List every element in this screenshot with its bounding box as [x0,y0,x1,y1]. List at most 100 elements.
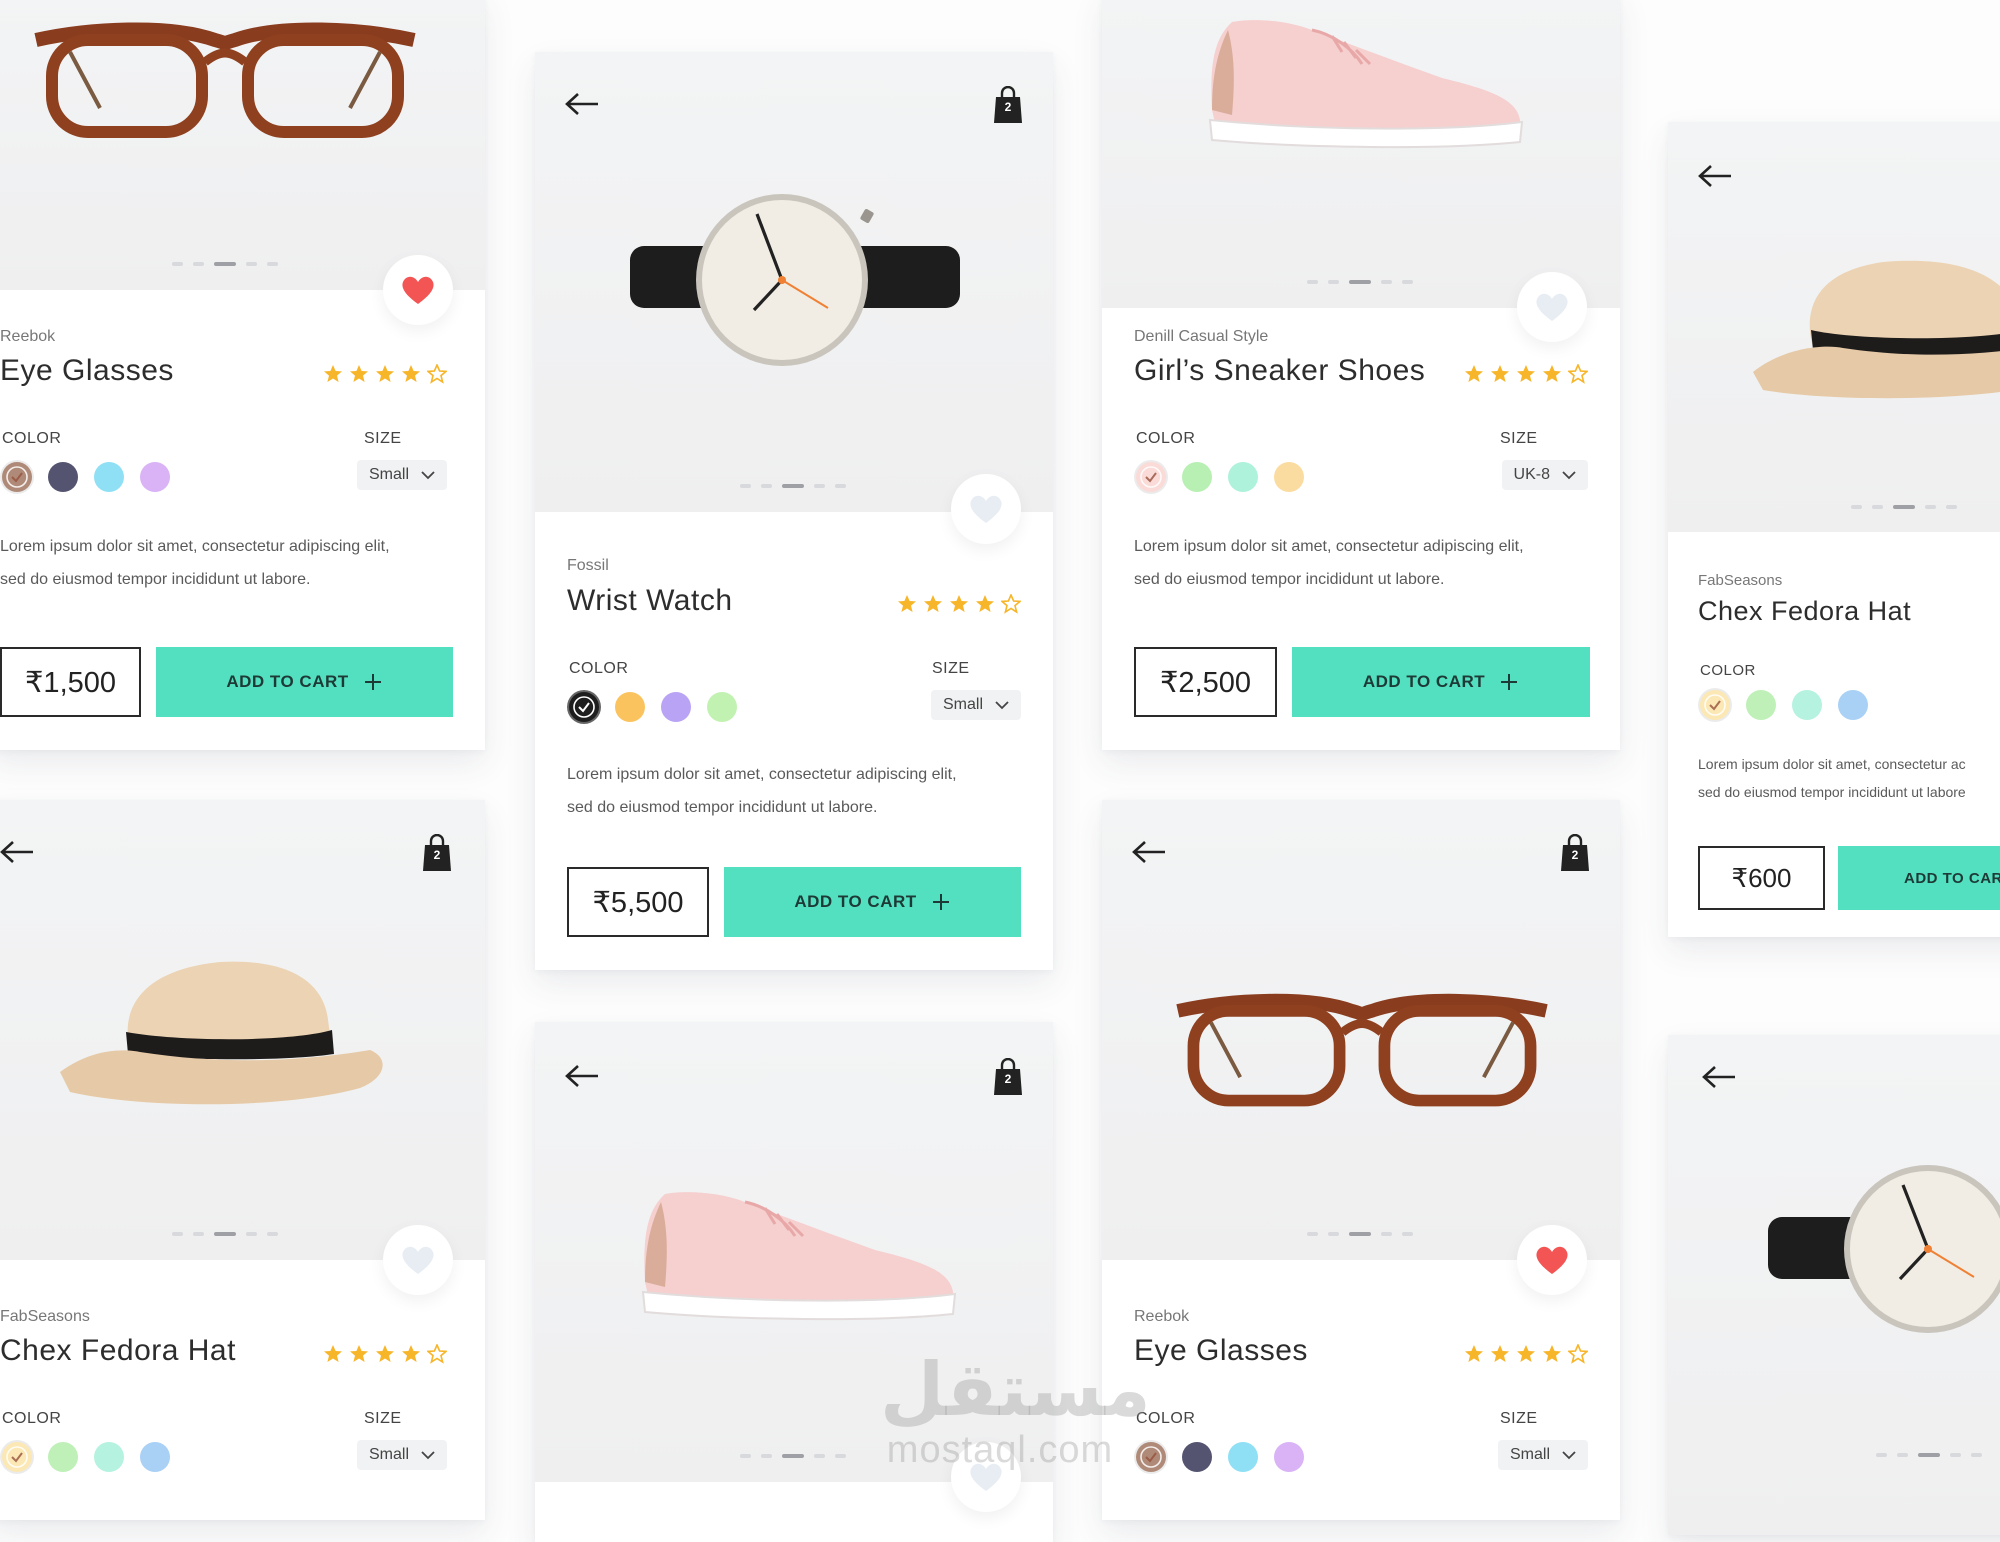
back-arrow-icon[interactable] [1698,164,1732,188]
shopping-bag-button[interactable]: 2 [422,833,452,872]
brand-name: Reebok [0,328,56,345]
color-swatch[interactable] [2,462,32,492]
product-title: Eye Glasses [1134,1334,1308,1367]
color-swatch[interactable] [140,1442,170,1472]
color-swatch[interactable] [1136,462,1166,492]
size-label: SIZE [932,660,970,677]
size-dropdown[interactable]: Small [356,1440,447,1470]
rating-stars [323,364,447,384]
star-outline-icon [1568,364,1588,384]
product-image-area: 2 [1102,800,1620,1260]
color-swatch[interactable] [661,692,691,722]
favorite-button[interactable] [1517,1225,1587,1295]
carousel-dots[interactable] [1307,1232,1413,1236]
favorite-button[interactable] [951,474,1021,544]
back-arrow-icon[interactable] [1702,1065,1736,1089]
product-title: Eye Glasses [0,354,174,387]
star-filled-icon [324,365,342,382]
color-swatches [1700,690,1868,720]
back-arrow-icon[interactable] [0,840,34,864]
shopping-bag-button[interactable]: 2 [1560,833,1590,872]
carousel-dots[interactable] [172,262,278,266]
add-to-cart-button[interactable]: ADD TO CART [724,867,1021,937]
check-icon [1140,466,1162,488]
color-swatch[interactable] [569,692,599,722]
eye-glasses-image [34,22,416,138]
color-swatch[interactable] [2,1442,32,1472]
color-swatch[interactable] [140,462,170,492]
color-swatch[interactable] [48,462,78,492]
carousel-dots[interactable] [1851,505,1957,509]
shopping-bag-button[interactable]: 2 [993,85,1023,124]
size-dropdown[interactable]: Small [930,690,1021,720]
product-title: Girl’s Sneaker Shoes [1134,354,1426,387]
color-swatch[interactable] [1746,690,1776,720]
add-to-cart-button[interactable]: ADD TO CART [1838,846,2000,910]
carousel-dots[interactable] [1307,280,1413,284]
star-filled-icon [1517,1345,1535,1362]
heart-filled-icon [402,276,434,304]
back-arrow-icon[interactable] [565,92,599,116]
color-swatch[interactable] [1274,1442,1304,1472]
size-label: SIZE [364,430,402,447]
color-swatch[interactable] [1228,462,1258,492]
favorite-button[interactable] [1517,272,1587,342]
add-to-cart-button[interactable]: ADD TO CART [1292,647,1590,717]
size-dropdown[interactable]: Small [1497,1440,1588,1470]
back-arrow-icon[interactable] [565,1064,599,1088]
rating-stars [1464,1344,1588,1364]
carousel-dots[interactable] [740,1454,846,1458]
fedora-hat-image [60,961,383,1105]
star-outline-icon [1568,1344,1588,1364]
star-filled-icon [898,595,916,612]
add-to-cart-button[interactable]: ADD TO CART [156,647,453,717]
star-filled-icon [350,365,368,382]
wrist-watch-image [1768,1165,2000,1333]
color-swatch[interactable] [1700,690,1730,720]
chevron-down-icon [421,471,435,480]
carousel-dots[interactable] [740,484,846,488]
chevron-down-icon [995,701,1009,710]
carousel-dots[interactable] [172,1232,278,1236]
color-swatch[interactable] [1274,462,1304,492]
color-swatch[interactable] [94,462,124,492]
color-swatch[interactable] [1838,690,1868,720]
color-swatch[interactable] [707,692,737,722]
back-arrow-icon[interactable] [1132,840,1166,864]
brand-name: FabSeasons [1698,572,1783,589]
color-swatch[interactable] [1228,1442,1258,1472]
star-outline-icon [427,364,447,384]
star-filled-icon [402,1345,420,1362]
brand-name: Denill Casual Style [1134,328,1269,345]
color-swatch[interactable] [94,1442,124,1472]
check-icon [1704,694,1726,716]
heart-outline-icon [402,1246,434,1274]
star-filled-icon [976,595,994,612]
size-value: UK-8 [1513,466,1550,483]
color-swatch[interactable] [1182,1442,1212,1472]
star-filled-icon [376,1345,394,1362]
fedora-hat-image [1753,260,2000,399]
product-image-area [1668,122,2000,532]
size-dropdown[interactable]: UK-8 [1501,460,1588,490]
size-dropdown[interactable]: Small [356,460,447,490]
favorite-button[interactable] [383,255,453,325]
product-image-area: 2 [535,52,1053,512]
plus-icon [364,674,381,690]
color-label: COLOR [1136,430,1196,447]
color-swatch[interactable] [1792,690,1822,720]
color-swatch[interactable] [1136,1442,1166,1472]
color-label: COLOR [2,1410,62,1427]
star-outline-icon [1001,594,1021,614]
shopping-bag-button[interactable]: 2 [993,1057,1023,1096]
price-box: ₹2,500 [1134,647,1277,717]
color-swatch[interactable] [1182,462,1212,492]
color-swatch[interactable] [48,1442,78,1472]
check-icon [6,466,28,488]
bag-count: 2 [433,848,441,862]
carousel-dots[interactable] [1876,1453,1982,1457]
star-filled-icon [1491,365,1509,382]
brand-name: FabSeasons [0,1308,90,1325]
color-swatch[interactable] [615,692,645,722]
favorite-button[interactable] [383,1225,453,1295]
